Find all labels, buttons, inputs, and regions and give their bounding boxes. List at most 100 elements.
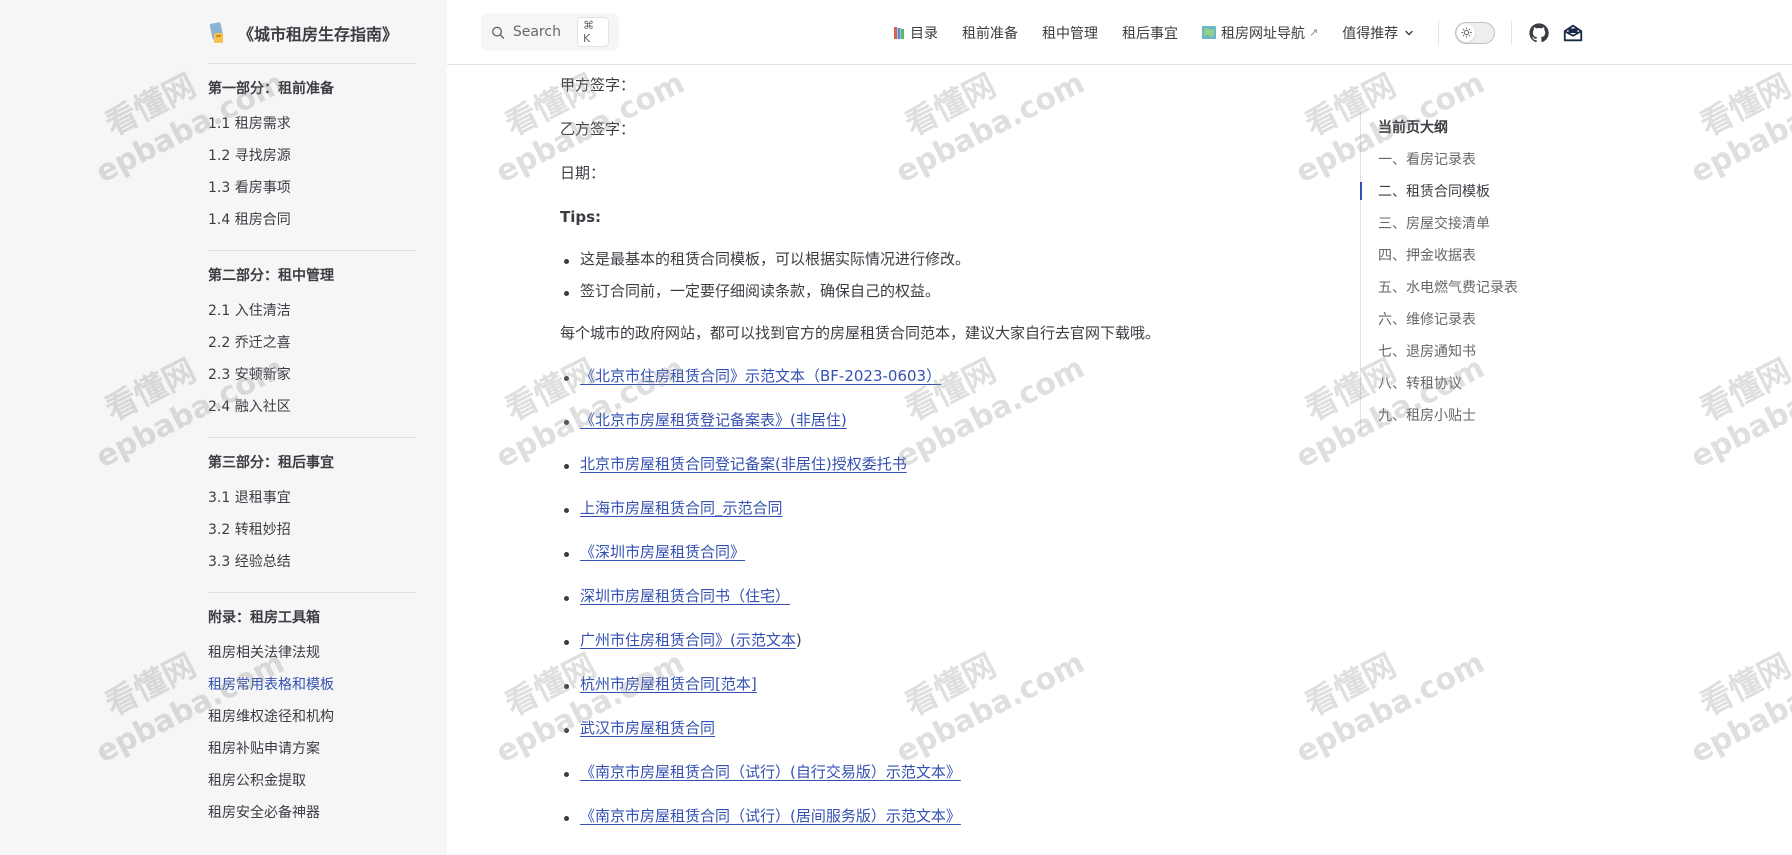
nav-links: 目录 租前准备 租中管理 租后事宜 租房网址导航 ↗ 值得推荐 <box>893 0 1584 65</box>
outline-item-4[interactable]: 四、押金收据表 <box>1378 240 1590 272</box>
contract-link-shenzhen[interactable]: 《深圳市房屋租赁合同》 <box>580 540 745 564</box>
bullet-dot <box>564 464 569 469</box>
outline-item-7[interactable]: 七、退房通知书 <box>1378 336 1590 368</box>
date-line: 日期： <box>560 164 606 182</box>
outline-item-8[interactable]: 八、转租协议 <box>1378 368 1590 400</box>
search-shortcut: ⌘ K <box>576 17 609 47</box>
bullet-dot <box>564 259 569 264</box>
sidebar-item-templates[interactable]: 租房常用表格和模板 <box>208 669 416 701</box>
contract-link-beijing-record[interactable]: 《北京市房屋租赁登记备案表》(非居住) <box>580 408 847 432</box>
contract-item-guangzhou: 广州市住房租赁合同》(示范文本) <box>580 628 802 652</box>
contract-link-beijing-authorization[interactable]: 北京市房屋租赁合同登记备案(非居住)授权委托书 <box>580 452 907 476</box>
nav-link-sites[interactable]: 租房网址导航 ↗ <box>1202 23 1318 43</box>
contract-link-guangzhou[interactable]: 广州市住房租赁合同》(示范文本 <box>580 631 796 649</box>
sidebar-item-rights[interactable]: 租房维权途径和机构 <box>208 701 416 733</box>
bullet-dot <box>564 291 569 296</box>
nav-link-label: 租前准备 <box>962 25 1018 42</box>
watermark: 看懂网 epbaba.com <box>1290 645 1491 771</box>
theme-toggle[interactable] <box>1455 21 1496 44</box>
brand[interactable]: 《城市租房生存指南》 <box>208 18 398 48</box>
tip-item: 这是最基本的租赁合同模板，可以根据实际情况进行修改。 <box>580 250 971 268</box>
search-label: Search <box>512 24 561 40</box>
sidebar-group-heading: 第二部分：租中管理 <box>208 268 334 284</box>
nav-link-before[interactable]: 租前准备 <box>962 23 1018 43</box>
nav-link-label: 租后事宜 <box>1122 25 1178 42</box>
outline-item-5[interactable]: 五、水电燃气费记录表 <box>1378 272 1590 304</box>
contract-link-hangzhou[interactable]: 杭州市房屋租赁合同[范本] <box>580 672 757 696</box>
nav-link-label: 目录 <box>910 25 938 42</box>
bullet-dot <box>564 728 569 733</box>
sidebar-group-part2: 第二部分：租中管理 2.1 入住清洁 2.2 乔迁之喜 2.3 安顿新家 2.4… <box>208 250 416 437</box>
sidebar-nav: 第一部分：租前准备 1.1 租房需求 1.2 寻找房源 1.3 看房事项 1.4… <box>208 63 416 843</box>
watermark: 看懂网 epbaba.com <box>1685 350 1792 476</box>
contract-link-nanjing-agency[interactable]: 《南京市房屋租赁合同（试行）(居间服务版）示范文本》 <box>580 804 961 828</box>
signature-b-line: 乙方签字： <box>560 120 636 138</box>
sidebar-item-laws[interactable]: 租房相关法律法规 <box>208 637 416 669</box>
tips-heading: Tips: <box>560 208 602 226</box>
search-button[interactable]: Search ⌘ K <box>481 13 619 51</box>
sidebar-item-fund[interactable]: 租房公积金提取 <box>208 765 416 797</box>
sidebar-item-2-2[interactable]: 2.2 乔迁之喜 <box>208 327 416 359</box>
contract-link-shenzhen-residential[interactable]: 深圳市房屋租赁合同书（住宅） <box>580 584 790 608</box>
contract-link-shanghai[interactable]: 上海市房屋租赁合同_示范合同 <box>580 496 783 520</box>
sidebar-item-2-3[interactable]: 2.3 安顿新家 <box>208 359 416 391</box>
external-link-icon: ↗ <box>1309 26 1319 39</box>
sidebar-group-heading: 第三部分：租后事宜 <box>208 455 334 471</box>
link-tail-text: ) <box>795 631 802 649</box>
top-nav: Search ⌘ K 目录 租前准备 租中管理 租后事宜 租房网址导航 ↗ 值得… <box>447 0 1792 65</box>
contract-link-wuhan[interactable]: 武汉市房屋租赁合同 <box>580 716 715 740</box>
sun-icon <box>1460 27 1472 38</box>
contract-link-nanjing-self[interactable]: 《南京市房屋租赁合同（试行）(自行交易版）示范文本》 <box>580 760 961 784</box>
page-outline: 当前页大纲 一、看房记录表 二、租赁合同模板 三、房屋交接清单 四、押金收据表 … <box>1360 112 1590 432</box>
sidebar-item-3-1[interactable]: 3.1 退租事宜 <box>208 482 416 514</box>
map-icon <box>1202 26 1216 39</box>
nav-link-after[interactable]: 租后事宜 <box>1122 23 1178 43</box>
contract-link-beijing-rental[interactable]: 《北京市住房租赁合同》示范文本（BF-2023-0603） <box>580 364 941 388</box>
sidebar-item-2-4[interactable]: 2.4 融入社区 <box>208 391 416 423</box>
sidebar-group-part1: 第一部分：租前准备 1.1 租房需求 1.2 寻找房源 1.3 看房事项 1.4… <box>208 63 416 250</box>
signature-a-line: 甲方签字： <box>560 76 636 94</box>
bullet-dot <box>564 508 569 513</box>
watermark: 看懂网 epbaba.com <box>890 645 1091 771</box>
chevron-down-icon <box>1405 30 1413 35</box>
outline-item-9[interactable]: 九、租房小贴士 <box>1378 400 1590 432</box>
tip-item: 签订合同前，一定要仔细阅读条款，确保自己的权益。 <box>580 282 941 300</box>
nav-link-label: 值得推荐 <box>1342 25 1399 42</box>
sidebar: 《城市租房生存指南》 第一部分：租前准备 1.1 租房需求 1.2 寻找房源 1… <box>0 0 447 855</box>
intro-paragraph: 每个城市的政府网站，都可以找到官方的房屋租赁合同范本，建议大家自行去官网下载哦。 <box>560 324 1161 342</box>
outline-active-marker <box>1360 182 1362 200</box>
outline-item-1[interactable]: 一、看房记录表 <box>1378 144 1590 176</box>
outline-item-3[interactable]: 三、房屋交接清单 <box>1378 208 1590 240</box>
book-logo-icon <box>209 22 224 43</box>
mail-icon[interactable] <box>1562 22 1584 44</box>
sidebar-item-1-2[interactable]: 1.2 寻找房源 <box>208 140 416 172</box>
outline-item-2[interactable]: 二、租赁合同模板 <box>1378 176 1590 208</box>
sidebar-item-3-2[interactable]: 3.2 转租妙招 <box>208 514 416 546</box>
sidebar-item-2-1[interactable]: 2.1 入住清洁 <box>208 295 416 327</box>
nav-link-toc[interactable]: 目录 <box>893 23 938 43</box>
bullet-dot <box>564 376 569 381</box>
outline-title: 当前页大纲 <box>1378 120 1448 136</box>
bullet-dot <box>564 552 569 557</box>
sidebar-item-subsidy[interactable]: 租房补贴申请方案 <box>208 733 416 765</box>
nav-dropdown-recommend[interactable]: 值得推荐 <box>1342 23 1414 43</box>
bullet-dot <box>564 420 569 425</box>
sidebar-item-safety[interactable]: 租房安全必备神器 <box>208 797 416 829</box>
bullet-dot <box>564 684 569 689</box>
sidebar-group-appendix: 附录：租房工具箱 租房相关法律法规 租房常用表格和模板 租房维权途径和机构 租房… <box>208 592 416 843</box>
nav-link-label: 租中管理 <box>1042 25 1098 42</box>
search-icon <box>492 26 505 39</box>
sidebar-item-1-3[interactable]: 1.3 看房事项 <box>208 172 416 204</box>
theme-toggle-knob <box>1457 23 1476 42</box>
watermark: 看懂网 epbaba.com <box>1685 645 1792 771</box>
sidebar-item-1-1[interactable]: 1.1 租房需求 <box>208 108 416 140</box>
nav-link-during[interactable]: 租中管理 <box>1042 23 1098 43</box>
nav-divider <box>1511 20 1513 45</box>
outline-item-6[interactable]: 六、维修记录表 <box>1378 304 1590 336</box>
books-icon <box>894 26 904 39</box>
sidebar-item-3-3[interactable]: 3.3 经验总结 <box>208 546 416 578</box>
github-icon[interactable] <box>1528 22 1550 44</box>
sidebar-group-part3: 第三部分：租后事宜 3.1 退租事宜 3.2 转租妙招 3.3 经验总结 <box>208 437 416 592</box>
sidebar-item-1-4[interactable]: 1.4 租房合同 <box>208 204 416 236</box>
nav-link-label: 租房网址导航 <box>1221 25 1305 42</box>
